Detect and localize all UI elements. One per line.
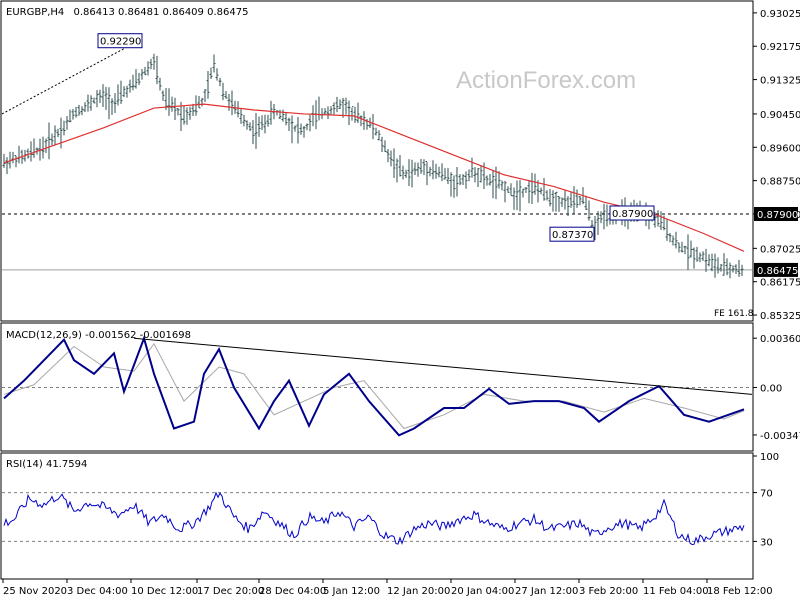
x-tick-label: 20 Jan 04:00 bbox=[451, 586, 514, 597]
x-tick-label: 3 Feb 20:00 bbox=[579, 586, 638, 597]
price-y-tick-label: 0.86175 bbox=[760, 278, 800, 289]
x-axis: 25 Nov 2020 3 Dec 04:00 10 Dec 12:0017 Dec… bbox=[2, 579, 773, 597]
x-tick-label: 3 Dec 04:00 bbox=[67, 586, 128, 597]
price-y-tick-label: 0.88750 bbox=[760, 177, 800, 188]
x-tick-label: 25 Nov 2020 bbox=[3, 586, 67, 597]
price-y-tick-label: 0.85325 bbox=[760, 311, 800, 322]
x-tick-label: 12 Jan 20:00 bbox=[387, 586, 450, 597]
rsi-y-tick-label: 30 bbox=[760, 537, 773, 548]
x-tick-label: 5 Jan 12:00 bbox=[323, 586, 380, 597]
x-tick-label: 10 Dec 12:00 bbox=[131, 586, 198, 597]
macd-label: MACD(12,26,9) -0.001562 -0.001698 bbox=[6, 330, 191, 341]
x-tick-label: 17 Dec 20:00 bbox=[197, 586, 264, 597]
label-92290: 0.92290 bbox=[100, 37, 141, 48]
level-tag-text: 0.87900 bbox=[757, 210, 798, 221]
rsi-y-tick-label: 100 bbox=[760, 452, 779, 463]
price-y-tick-label: 0.93025 bbox=[760, 9, 800, 20]
fe-label: FE 161.8 bbox=[714, 309, 754, 319]
label-87370: 0.87370 bbox=[552, 230, 593, 241]
macd-y-tick-label: 0.00 bbox=[760, 384, 782, 395]
x-tick-label: 28 Dec 04:00 bbox=[259, 586, 326, 597]
symbol-label: EURGBP,H4 0.86413 0.86481 0.86409 0.8647… bbox=[6, 7, 248, 18]
macd-y-tick-label: 0.003609 bbox=[760, 334, 800, 345]
label-87900: 0.87900 bbox=[612, 209, 653, 220]
rsi-label: RSI(14) 41.7594 bbox=[6, 459, 87, 470]
price-y-tick-label: 0.90450 bbox=[760, 110, 800, 121]
price-panel bbox=[0, 0, 754, 322]
x-tick-label: 27 Jan 12:00 bbox=[515, 586, 578, 597]
x-tick-label: 11 Feb 04:00 bbox=[643, 586, 709, 597]
macd-y-tick-label: -0.003472 bbox=[760, 431, 800, 442]
price-y-tick-label: 0.92175 bbox=[760, 42, 800, 53]
current-price-tag-text: 0.86475 bbox=[757, 266, 798, 277]
rsi-y-tick-label: 70 bbox=[760, 489, 773, 500]
watermark: ActionForex.com bbox=[456, 67, 636, 94]
price-y-tick-label: 0.91325 bbox=[760, 76, 800, 87]
eurgbp-chart: ActionForex.com 0.93025 0.92175 0.91325 0.9… bbox=[0, 0, 800, 597]
price-y-tick-label: 0.87025 bbox=[760, 244, 800, 255]
x-tick-label: 18 Feb 12:00 bbox=[707, 586, 773, 597]
price-y-tick-label: 0.89600 bbox=[760, 143, 800, 154]
rsi-panel bbox=[0, 452, 754, 580]
